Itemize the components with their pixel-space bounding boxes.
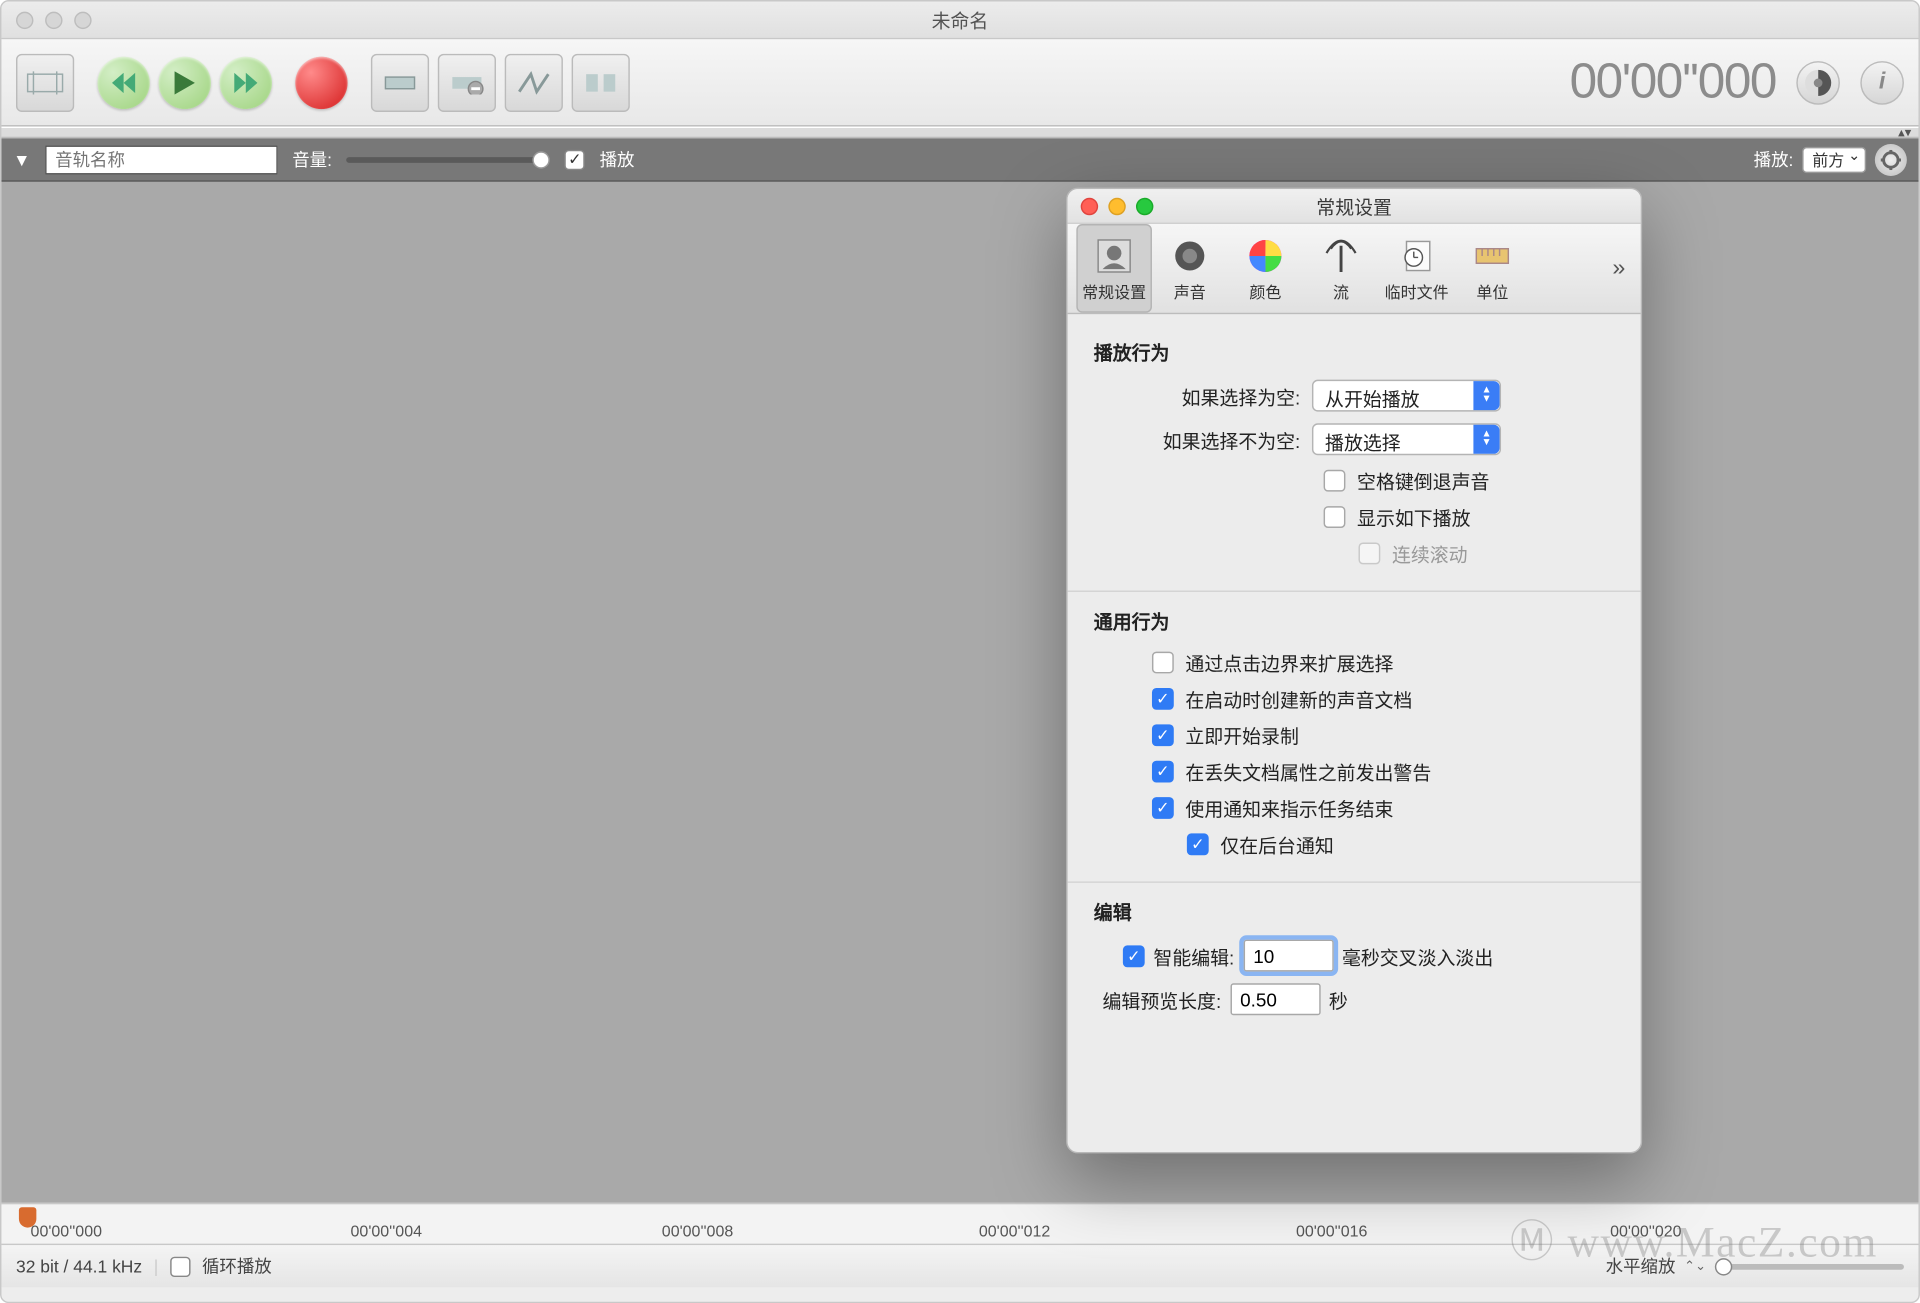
new-doc-checkbox[interactable]: ✓ <box>1152 688 1174 710</box>
play-position-label: 播放: <box>1754 147 1794 172</box>
trim-button[interactable] <box>371 53 429 111</box>
ruler-icon <box>1470 233 1514 277</box>
if-notempty-select[interactable]: 播放选择▲▼ <box>1312 423 1501 455</box>
prefs-tabbar: 常规设置 声音 颜色 流 临时文件 单位 » <box>1068 224 1641 314</box>
split-button[interactable] <box>572 53 630 111</box>
chevron-updown-icon: ▲▼ <box>1473 381 1499 410</box>
rewind-button[interactable] <box>97 56 149 108</box>
scroll-arrows-icon[interactable]: ▴▾ <box>1898 125 1915 142</box>
play-position-select[interactable]: 前方 <box>1802 146 1866 172</box>
prefs-titlebar: 常规设置 <box>1068 189 1641 224</box>
info-button[interactable]: i <box>1860 60 1904 104</box>
delete-selection-button[interactable] <box>438 53 496 111</box>
window-title: 未命名 <box>1 6 1918 34</box>
smart-edit-unit: 毫秒交叉淡入淡出 <box>1342 942 1493 970</box>
play-checkbox[interactable]: ✓ <box>565 149 585 169</box>
track-name-input[interactable] <box>45 145 278 174</box>
loop-checkbox[interactable] <box>170 1256 190 1276</box>
track-settings-button[interactable] <box>1875 143 1907 175</box>
toolbar: 00'00''000 i <box>1 39 1918 126</box>
titlebar: 未命名 <box>1 1 1918 39</box>
rec-now-checkbox[interactable]: ✓ <box>1152 724 1174 746</box>
tab-general[interactable]: 常规设置 <box>1076 224 1152 313</box>
section-heading: 通用行为 <box>1094 607 1615 635</box>
preview-length-unit: 秒 <box>1329 985 1348 1013</box>
smart-edit-checkbox[interactable]: ✓ <box>1123 945 1145 967</box>
burn-disc-button[interactable] <box>1796 60 1840 104</box>
if-empty-select[interactable]: 从开始播放▲▼ <box>1312 380 1501 412</box>
preview-length-label: 编辑预览长度: <box>1103 985 1222 1013</box>
tab-units[interactable]: 单位 <box>1455 224 1531 313</box>
warn-lost-checkbox[interactable]: ✓ <box>1152 761 1174 783</box>
record-button[interactable] <box>295 56 347 108</box>
notify-bg-checkbox[interactable]: ✓ <box>1187 833 1209 855</box>
time-label: 00'00''004 <box>351 1223 422 1240</box>
space-rewind-checkbox[interactable] <box>1324 470 1346 492</box>
smart-edit-input[interactable] <box>1243 940 1333 972</box>
slider-knob-icon[interactable] <box>533 151 550 168</box>
selection-tool-button[interactable] <box>16 53 74 111</box>
tab-stream[interactable]: 流 <box>1303 224 1379 313</box>
ruler-header: ▴▾ <box>1 127 1918 139</box>
timecode-display: 00'00''000 <box>1570 54 1776 111</box>
play-checkbox-label: 播放 <box>600 147 635 172</box>
cont-scroll-checkbox <box>1359 543 1381 565</box>
crossfade-button[interactable] <box>505 53 563 111</box>
play-button[interactable] <box>159 56 211 108</box>
time-label: 00'00''008 <box>662 1223 733 1240</box>
if-empty-label: 如果选择为空: <box>1094 382 1312 410</box>
more-tabs-button[interactable]: » <box>1597 224 1641 313</box>
general-icon <box>1092 233 1136 277</box>
extend-sel-checkbox[interactable] <box>1152 652 1174 674</box>
show-play-checkbox[interactable] <box>1324 506 1346 528</box>
prefs-body: 播放行为 如果选择为空: 从开始播放▲▼ 如果选择不为空: 播放选择▲▼ 空格键… <box>1068 314 1641 1062</box>
tab-color[interactable]: 颜色 <box>1228 224 1304 313</box>
audio-format-label: 32 bit / 44.1 kHz <box>16 1256 142 1276</box>
prefs-title: 常规设置 <box>1068 192 1641 220</box>
disclosure-triangle-icon[interactable]: ▼ <box>13 149 30 169</box>
chevron-updown-icon: ▲▼ <box>1473 425 1499 454</box>
time-label: 00'00''000 <box>31 1223 102 1240</box>
time-label: 00'00''016 <box>1296 1223 1367 1240</box>
file-clock-icon <box>1395 233 1439 277</box>
loop-label: 循环播放 <box>202 1254 272 1279</box>
preview-length-input[interactable] <box>1230 983 1320 1015</box>
preferences-window: 常规设置 常规设置 声音 颜色 流 临时文件 <box>1066 188 1642 1154</box>
color-wheel-icon <box>1244 233 1288 277</box>
smart-edit-label: 智能编辑: <box>1153 942 1234 970</box>
forward-button[interactable] <box>220 56 272 108</box>
antenna-icon <box>1319 233 1363 277</box>
tab-sound[interactable]: 声音 <box>1152 224 1228 313</box>
notify-done-checkbox[interactable]: ✓ <box>1152 797 1174 819</box>
main-window: 未命名 00'00''000 i ▴▾ ▼ 音量: ✓ 播放 播放: 前方 <box>0 0 1920 1303</box>
watermark: Ⓜ www.MacZ.com <box>1510 1206 1878 1270</box>
section-heading: 播放行为 <box>1094 337 1615 365</box>
speaker-icon <box>1168 233 1212 277</box>
track-header: ▼ 音量: ✓ 播放 播放: 前方 <box>1 138 1918 182</box>
time-label: 00'00''012 <box>979 1223 1050 1240</box>
tab-temp[interactable]: 临时文件 <box>1379 224 1455 313</box>
volume-label: 音量: <box>292 147 332 172</box>
volume-slider[interactable] <box>347 156 551 162</box>
if-notempty-label: 如果选择不为空: <box>1094 425 1312 453</box>
section-heading: 编辑 <box>1094 897 1615 925</box>
